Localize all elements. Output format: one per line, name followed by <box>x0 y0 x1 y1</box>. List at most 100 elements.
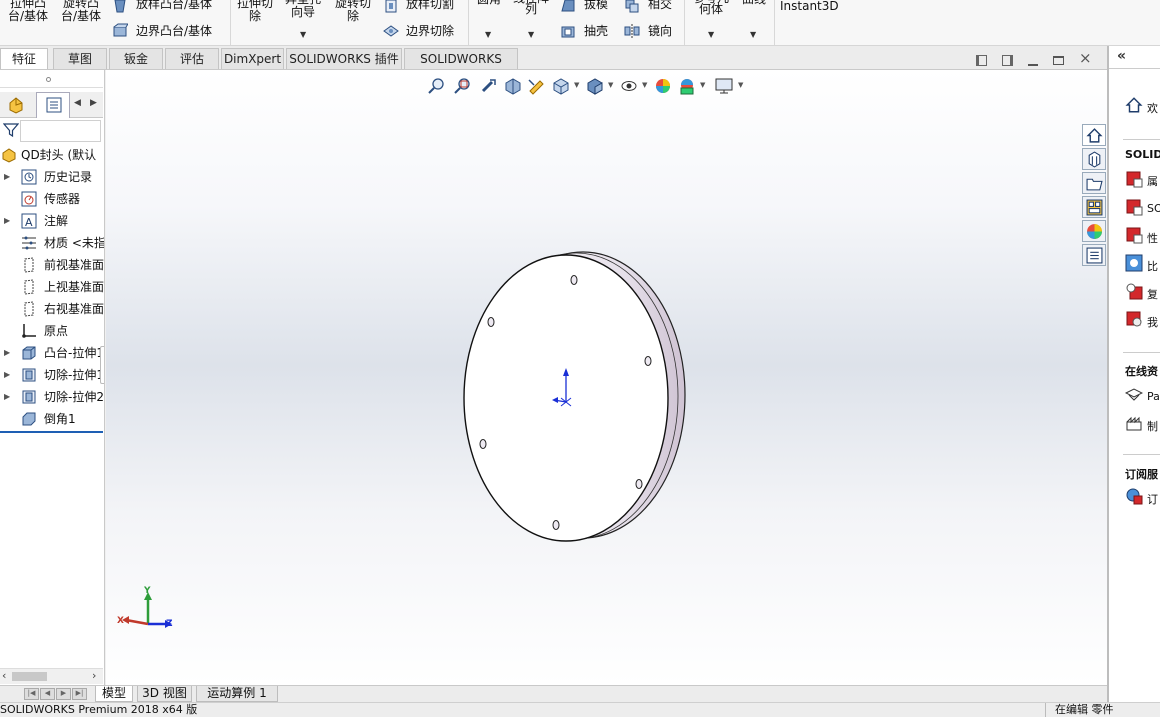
task-tab-file-explorer[interactable] <box>1082 172 1106 194</box>
task-tab-home[interactable] <box>1082 124 1106 146</box>
zoom-to-fit-icon[interactable] <box>428 77 446 95</box>
task-tab-view-palette[interactable] <box>1082 196 1106 218</box>
taskpane-item-3[interactable]: 性 <box>1147 230 1158 246</box>
tree-item-right-plane[interactable]: 右视基准面 <box>0 298 104 320</box>
task-tab-appearances[interactable] <box>1082 220 1106 242</box>
taskpane-item-5[interactable]: 复 <box>1147 286 1158 302</box>
tree-item-cut-extrude1[interactable]: ▶ 切除-拉伸1 <box>0 364 104 386</box>
zoom-to-area-icon[interactable] <box>454 77 472 95</box>
boundary-boss-button[interactable]: 边界凸台/基体 <box>136 25 212 38</box>
linear-pattern-button[interactable]: 线性阵列 <box>508 0 554 15</box>
fillet-button[interactable]: 圆角 <box>472 0 506 6</box>
tile-right-icon[interactable] <box>1002 55 1013 66</box>
part-model[interactable] <box>446 250 696 560</box>
task-tab-custom-properties[interactable] <box>1082 244 1106 266</box>
view-settings-icon[interactable] <box>714 77 734 95</box>
tile-left-icon[interactable] <box>976 55 987 66</box>
tree-item-annotations[interactable]: ▶ A 注解 <box>0 210 104 232</box>
tab-sheet-metal[interactable]: 钣金 <box>109 48 163 69</box>
filter-icon[interactable] <box>3 122 19 138</box>
view-settings-dropdown-icon[interactable]: ▼ <box>738 81 743 89</box>
hide-show-items-icon[interactable] <box>620 77 638 95</box>
tab-dimxpert[interactable]: DimXpert <box>221 48 284 69</box>
tree-item-top-plane[interactable]: 上视基准面 <box>0 276 104 298</box>
tab-model[interactable]: 模型 <box>95 686 133 702</box>
view-orientation-icon[interactable] <box>552 77 570 95</box>
expand-arrow-icon[interactable]: ▶ <box>4 386 10 408</box>
instant3d-button[interactable]: Instant3D <box>780 0 839 13</box>
display-style-icon[interactable] <box>586 77 604 95</box>
hole-wizard-button[interactable]: 异型孔向导 <box>281 0 325 19</box>
tab-nav-first-icon[interactable]: |◀ <box>24 688 39 700</box>
online-item-2[interactable]: 制 <box>1147 418 1158 434</box>
reference-geometry-dropdown-icon[interactable]: ▼ <box>708 30 714 39</box>
graphics-area[interactable]: ▼ ▼ ▼ ▼ ▼ Y X Z <box>106 70 1107 685</box>
loft-cut-button[interactable]: 放样切割 <box>406 0 454 11</box>
section-view-icon[interactable] <box>504 77 522 95</box>
horizontal-scrollbar[interactable]: ‹ › <box>0 668 103 684</box>
curves-button[interactable]: 曲线 <box>738 0 770 6</box>
expand-arrow-icon[interactable]: ▶ <box>4 166 10 188</box>
tab-nav-prev-icon[interactable]: ◀ <box>40 688 55 700</box>
dynamic-annotation-icon[interactable] <box>528 77 546 95</box>
property-manager-tab[interactable] <box>36 92 70 118</box>
online-item-1[interactable]: Pa <box>1147 390 1160 403</box>
taskpane-item-1[interactable]: 属 <box>1147 173 1158 189</box>
shell-button[interactable]: 抽壳 <box>584 25 608 38</box>
tab-features[interactable]: 特征 <box>0 48 48 69</box>
expand-arrow-icon[interactable]: ▶ <box>4 210 10 232</box>
tab-evaluate[interactable]: 评估 <box>165 48 219 69</box>
tab-scroll-left-icon[interactable]: ◀ <box>74 98 81 108</box>
draft-button[interactable]: 拔模 <box>584 0 608 11</box>
taskpane-item-2[interactable]: SO <box>1147 202 1160 215</box>
expand-arrow-icon[interactable]: ▶ <box>4 342 10 364</box>
splitter-handle[interactable] <box>100 346 104 384</box>
linear-pattern-dropdown-icon[interactable]: ▼ <box>528 30 534 39</box>
revolve-boss-button[interactable]: 旋转凸台/基体 <box>56 0 106 23</box>
tree-item-front-plane[interactable]: 前视基准面 <box>0 254 104 276</box>
reference-geometry-button[interactable]: 参考几何体 <box>688 0 734 15</box>
display-style-dropdown-icon[interactable]: ▼ <box>608 81 613 89</box>
tree-item-cut-extrude2[interactable]: ▶ 切除-拉伸2 <box>0 386 104 408</box>
scene-dropdown-icon[interactable]: ▼ <box>700 81 705 89</box>
scroll-thumb[interactable] <box>12 672 47 681</box>
tab-nav-last-icon[interactable]: ▶| <box>72 688 87 700</box>
extrude-boss-button[interactable]: 拉伸凸台/基体 <box>4 0 52 23</box>
tab-sketch[interactable]: 草图 <box>53 48 107 69</box>
curves-dropdown-icon[interactable]: ▼ <box>750 30 756 39</box>
edit-appearance-icon[interactable] <box>654 77 672 95</box>
boundary-cut-button[interactable]: 边界切除 <box>406 25 454 38</box>
tab-nav-next-icon[interactable]: ▶ <box>56 688 71 700</box>
extrude-cut-button[interactable]: 拉伸切除 <box>233 0 277 23</box>
tree-part-root[interactable]: QD封头 (默认 <box>0 144 104 166</box>
hole-wizard-dropdown-icon[interactable]: ▼ <box>300 30 306 39</box>
task-tab-design-library[interactable] <box>1082 148 1106 170</box>
tab-motion-study[interactable]: 运动算例 1 <box>196 686 278 702</box>
tree-item-history[interactable]: ▶ 历史记录 <box>0 166 104 188</box>
intersect-button[interactable]: 相交 <box>648 0 672 11</box>
expand-arrow-icon[interactable]: ▶ <box>4 364 10 386</box>
close-icon[interactable]: × <box>1079 51 1092 66</box>
panel-collapse-handle[interactable] <box>0 72 103 88</box>
tree-item-material[interactable]: 材质 <未指 <box>0 232 104 254</box>
tab-solidworks-mbd[interactable]: SOLIDWORKS MBD <box>404 48 518 86</box>
feature-tree-tab-icon[interactable] <box>6 95 26 115</box>
apply-scene-icon[interactable] <box>678 77 696 95</box>
subscription-item-1[interactable]: 订 <box>1147 491 1158 507</box>
tree-item-sensors[interactable]: 传感器 <box>0 188 104 210</box>
tree-item-boss-extrude1[interactable]: ▶ 凸台-拉伸1 <box>0 342 104 364</box>
tab-solidworks-addins[interactable]: SOLIDWORKS 插件 <box>286 48 402 69</box>
revolve-cut-button[interactable]: 旋转切除 <box>330 0 376 23</box>
loft-boss-button[interactable]: 放样凸台/基体 <box>136 0 212 11</box>
fillet-dropdown-icon[interactable]: ▼ <box>485 30 491 39</box>
tree-item-origin[interactable]: 原点 <box>0 320 104 342</box>
tab-3d-view[interactable]: 3D 视图 <box>137 686 192 702</box>
scroll-right-icon[interactable]: › <box>92 669 96 682</box>
filter-input[interactable] <box>20 120 101 142</box>
restore-icon[interactable] <box>1053 56 1064 65</box>
taskpane-item-4[interactable]: 比 <box>1147 258 1158 274</box>
rollback-bar[interactable] <box>0 431 103 433</box>
tree-item-chamfer1[interactable]: 倒角1 <box>0 408 104 430</box>
previous-view-icon[interactable] <box>480 77 498 95</box>
scroll-left-icon[interactable]: ‹ <box>2 669 6 682</box>
